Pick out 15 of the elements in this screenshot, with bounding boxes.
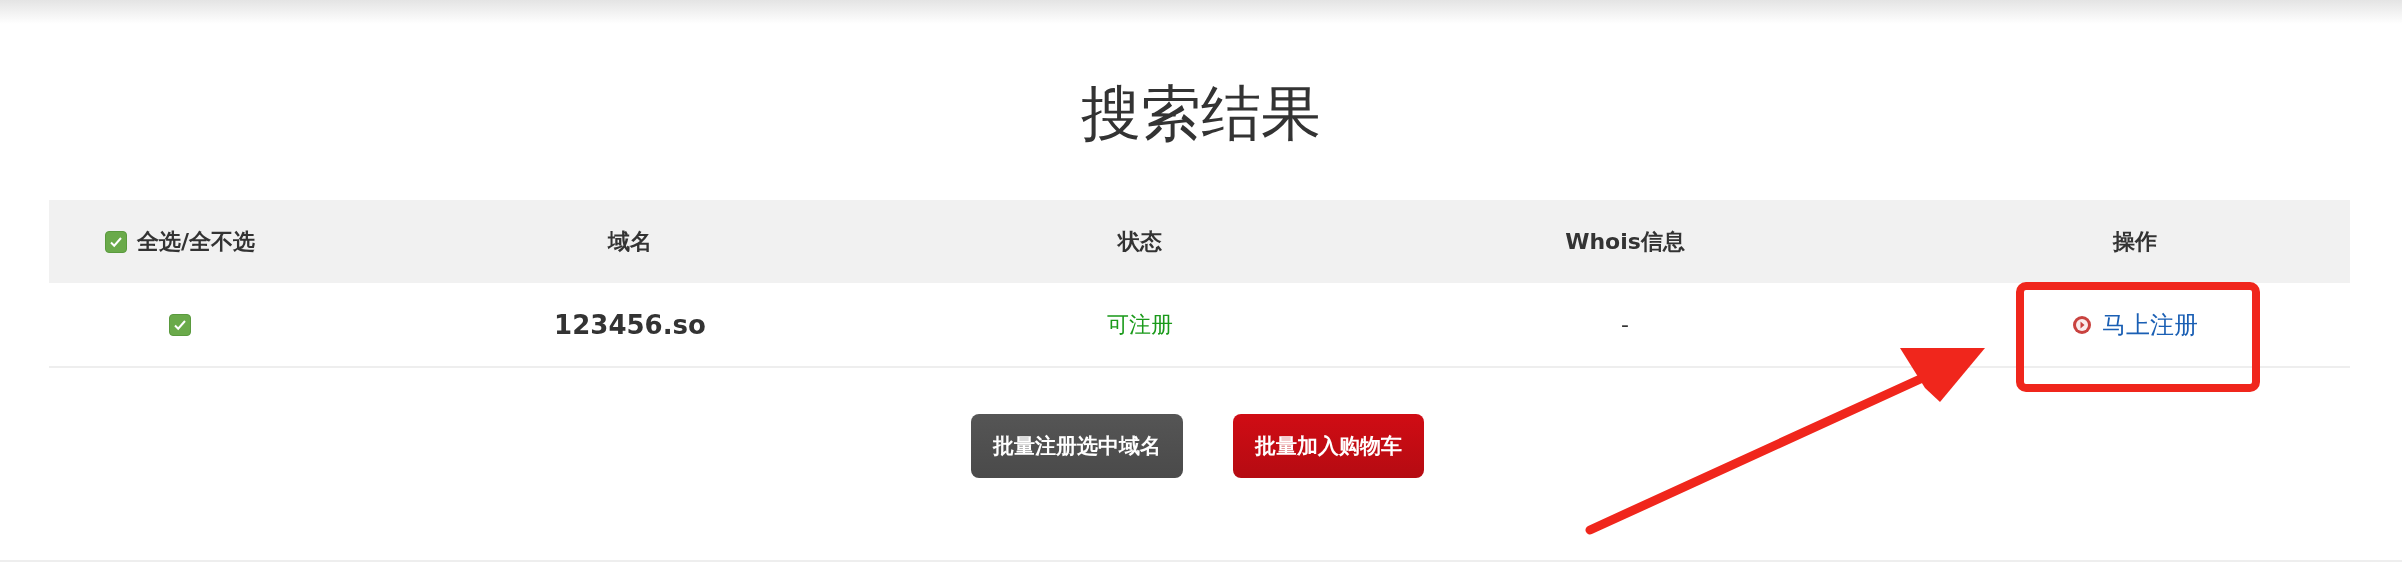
page-title: 搜索结果 <box>1080 77 1322 150</box>
select-all-checkbox[interactable] <box>104 230 127 253</box>
column-header: 操作 <box>2112 227 2157 256</box>
domain-name: 123456.so <box>554 309 706 340</box>
play-icon <box>2071 314 2092 335</box>
batch-button[interactable]: 批量注册选中域名 <box>970 414 1183 478</box>
whois-text: - <box>1621 312 1629 337</box>
column-header: Whois信息 <box>1565 227 1685 256</box>
register-link[interactable]: 马上注册 <box>2101 308 2198 341</box>
batch-button[interactable]: 批量加入购物车 <box>1232 414 1424 478</box>
status-text: 可注册 <box>1107 310 1173 339</box>
select-all-label: 全选/全不选 <box>136 227 255 256</box>
column-header: 状态 <box>1118 227 1162 256</box>
row-checkbox[interactable] <box>169 313 191 336</box>
column-header: 域名 <box>608 227 652 256</box>
